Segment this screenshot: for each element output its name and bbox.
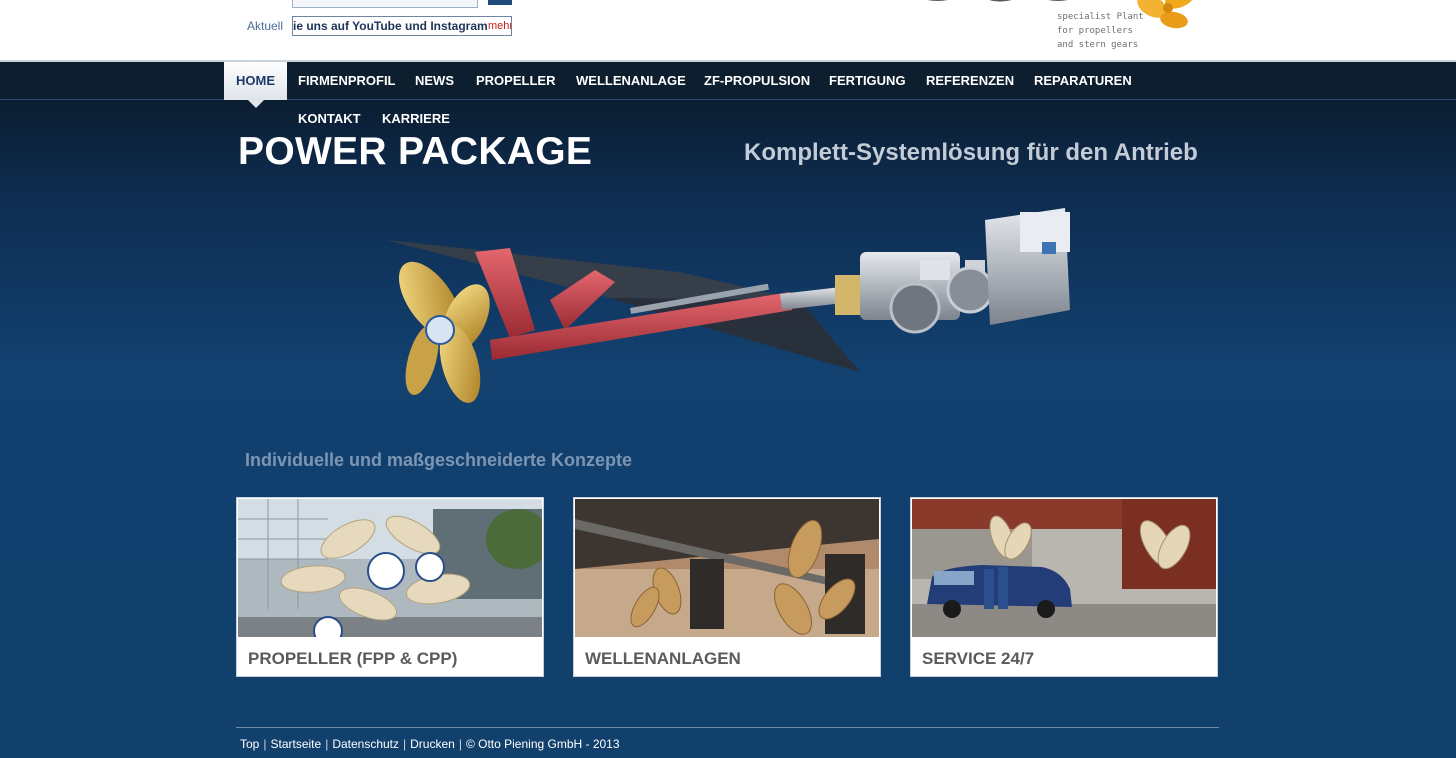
nav-item-referenzen[interactable]: REFERENZEN	[914, 62, 1026, 100]
footer-link-startseite[interactable]: Startseite	[270, 737, 321, 751]
footer-separator: |	[458, 737, 462, 751]
nav-item-reparaturen[interactable]: REPARATUREN	[1022, 62, 1144, 100]
nav-item-propeller[interactable]: PROPELLER	[464, 62, 567, 100]
news-ticker-text[interactable]: ie uns auf YouTube und Instagram	[293, 19, 488, 33]
logo-propeller-icon	[1137, 0, 1195, 29]
nav-item-news[interactable]: NEWS	[403, 62, 466, 100]
card-propeller[interactable]: PROPELLER (FPP & CPP)	[236, 497, 544, 677]
footer-separator: |	[263, 737, 267, 751]
footer-divider	[236, 727, 1219, 728]
nav-item-zf-propulsion[interactable]: ZF-PROPULSION	[692, 62, 822, 100]
card-service-image[interactable]	[912, 499, 1216, 637]
card-wellenanlagen-label[interactable]: WELLENANLAGEN	[585, 649, 741, 669]
search-input[interactable]	[292, 0, 478, 8]
card-service-label[interactable]: SERVICE 24/7	[922, 649, 1034, 669]
card-wellenanlagen-image[interactable]	[575, 499, 879, 637]
power-package-graphic	[386, 208, 1070, 403]
hero-tagline: Individuelle und maßgeschneiderte Konzep…	[245, 450, 633, 470]
footer-separator: |	[403, 737, 407, 751]
card-propeller-image[interactable]	[238, 499, 542, 637]
footer-link-top[interactable]: Top	[240, 737, 259, 751]
footer-link-drucken[interactable]: Drucken	[410, 737, 455, 751]
nav-item-firmenprofil[interactable]: FIRMENPROFIL	[286, 62, 408, 100]
nav-item-home[interactable]: HOME	[224, 62, 287, 108]
card-service[interactable]: SERVICE 24/7	[910, 497, 1218, 677]
news-ticker[interactable]: ie uns auf YouTube und Instagram mehr	[292, 16, 512, 36]
footer: Top | Startseite | Datenschutz | Drucken | © Ott…	[240, 737, 620, 751]
nav-item-fertigung[interactable]: FERTIGUNG	[817, 62, 918, 100]
footer-separator: |	[325, 737, 329, 751]
top-header: Aktuell ie uns auf YouTube und Instagram…	[0, 0, 1456, 60]
footer-copyright: © Otto Piening GmbH - 2013	[465, 737, 620, 751]
news-more-link[interactable]: mehr	[488, 20, 511, 32]
page-subtitle: Komplett-Systemlösung für den Antrieb	[744, 139, 1198, 166]
nav-item-wellenanlage[interactable]: WELLENANLAGE	[564, 62, 698, 100]
search-button[interactable]	[488, 0, 512, 5]
page-title: POWER PACKAGE	[238, 130, 593, 173]
news-label: Aktuell	[247, 19, 284, 33]
footer-link-datenschutz[interactable]: Datenschutz	[332, 737, 399, 751]
card-propeller-label[interactable]: PROPELLER (FPP & CPP)	[248, 649, 457, 669]
main-nav: HOME FIRMENPROFIL NEWS PROPELLER WELLENA…	[0, 60, 1456, 108]
card-wellenanlagen[interactable]: WELLENANLAGEN	[573, 497, 881, 677]
